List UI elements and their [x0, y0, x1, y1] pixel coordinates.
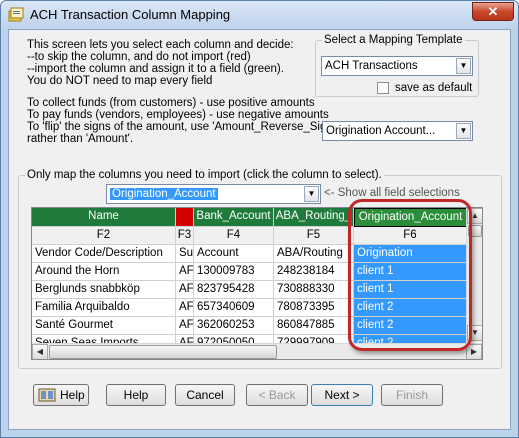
table-cell-selected[interactable]: client 1: [354, 281, 467, 299]
table-cell-selected[interactable]: client 1: [354, 263, 467, 281]
table-cell[interactable]: Familia Arquibaldo: [32, 299, 176, 317]
back-button-label: < Back: [258, 388, 296, 402]
column-field-select-value: Origination_Account: [110, 188, 218, 200]
save-default-label: save as default: [395, 82, 473, 94]
close-button[interactable]: ✕: [472, 2, 514, 21]
help-icon-button-label: Help: [60, 388, 85, 402]
table-cell[interactable]: Su: [176, 245, 194, 263]
show-all-fields-link[interactable]: <- Show all field selections: [324, 187, 460, 199]
table-cell[interactable]: 823795428: [194, 281, 274, 299]
col-header-bank-account[interactable]: Bank_Account: [194, 208, 274, 227]
vertical-scrollbar[interactable]: ▲ ▼: [466, 208, 482, 342]
mapping-legend: Only map the columns you need to import …: [27, 169, 382, 181]
help-icon-button[interactable]: Help: [33, 384, 89, 406]
amount-line-4: rather than 'Amount'.: [27, 133, 134, 145]
chevron-down-icon[interactable]: ▼: [304, 186, 319, 202]
scroll-left-icon[interactable]: ◀: [32, 344, 48, 359]
table-cell[interactable]: Berglunds snabbköp: [32, 281, 176, 299]
table-cell-selected[interactable]: client 2: [354, 299, 467, 317]
intro-line-3: --import the column and assign it to a f…: [27, 63, 284, 75]
table-cell[interactable]: Account: [194, 245, 274, 263]
scroll-down-icon[interactable]: ▼: [467, 325, 482, 341]
table-cell[interactable]: 730888330: [274, 281, 354, 299]
table-cell[interactable]: 248238184: [274, 263, 354, 281]
save-default-checkbox[interactable]: [377, 82, 389, 94]
amount-line-3: To 'flip' the signs of the amount, use '…: [27, 121, 339, 133]
template-legend: Select a Mapping Template: [324, 34, 463, 46]
scroll-right-icon[interactable]: ▶: [466, 344, 482, 359]
field-select-value: Origination Account...: [326, 125, 436, 137]
title-bar[interactable]: ACH Transaction Column Mapping ✕: [1, 1, 518, 29]
back-button[interactable]: < Back: [246, 384, 308, 406]
chevron-down-icon[interactable]: ▼: [456, 123, 471, 139]
table-cell[interactable]: Vendor Code/Description: [32, 245, 176, 263]
table-cell[interactable]: 657340609: [194, 299, 274, 317]
field-number-f2[interactable]: F2: [32, 227, 176, 245]
field-number-f4[interactable]: F4: [194, 227, 274, 245]
table-cell[interactable]: 780873395: [274, 299, 354, 317]
template-select[interactable]: ACH Transactions ▼: [321, 56, 473, 76]
help-book-icon: [38, 388, 56, 402]
table-cell[interactable]: AF: [176, 299, 194, 317]
scroll-up-icon[interactable]: ▲: [467, 208, 482, 224]
vertical-scroll-thumb[interactable]: [468, 225, 482, 237]
horizontal-scroll-thumb[interactable]: [49, 345, 277, 359]
col-header-name[interactable]: Name: [32, 208, 176, 227]
table-cell[interactable]: Around the Horn: [32, 263, 176, 281]
table-cell[interactable]: AF: [176, 317, 194, 335]
finish-button-label: Finish: [395, 388, 428, 402]
table-cell[interactable]: Santé Gourmet: [32, 317, 176, 335]
table-cell-selected[interactable]: client 2: [354, 317, 467, 335]
finish-button[interactable]: Finish: [381, 384, 443, 406]
dialog-window: ACH Transaction Column Mapping ✕ This sc…: [0, 0, 519, 438]
table-cell[interactable]: AF: [176, 263, 194, 281]
amount-line-1: To collect funds (from customers) - use …: [27, 97, 315, 109]
horizontal-scrollbar[interactable]: ◀ ▶: [32, 343, 482, 359]
intro-line-1: This screen lets you select each column …: [27, 39, 294, 51]
template-select-value: ACH Transactions: [325, 60, 418, 72]
next-button[interactable]: Next >: [311, 384, 373, 406]
table-cell[interactable]: 860847885: [274, 317, 354, 335]
table-cell-selected[interactable]: Origination: [354, 245, 467, 263]
next-button-label: Next >: [324, 388, 360, 402]
help-button-label: Help: [123, 388, 149, 402]
col-header-aba-routing[interactable]: ABA_Routing_: [274, 208, 354, 227]
window-title: ACH Transaction Column Mapping: [30, 7, 231, 22]
field-select[interactable]: Origination Account... ▼: [322, 121, 473, 141]
intro-line-4: You do NOT need to map every field: [27, 75, 213, 87]
close-icon: ✕: [487, 4, 499, 19]
data-grid[interactable]: Name Bank_Account ABA_Routing_ Originati…: [31, 207, 483, 360]
cancel-button[interactable]: Cancel: [175, 384, 235, 406]
field-number-f6[interactable]: F6: [354, 227, 467, 245]
table-cell[interactable]: 130009783: [194, 263, 274, 281]
col-header-origination-account[interactable]: Origination_Account: [354, 208, 467, 227]
column-field-select[interactable]: Origination_Account ▼: [106, 184, 321, 204]
field-number-f3[interactable]: F3: [176, 227, 194, 245]
table-cell[interactable]: 362060253: [194, 317, 274, 335]
amount-line-2: To pay funds (vendors, employees) - use …: [27, 109, 329, 121]
chevron-down-icon[interactable]: ▼: [456, 58, 471, 74]
table-cell[interactable]: AF: [176, 281, 194, 299]
field-number-f5[interactable]: F5: [274, 227, 354, 245]
app-icon: [8, 7, 24, 22]
table-cell[interactable]: ABA/Routing: [274, 245, 354, 263]
help-button[interactable]: Help: [106, 384, 166, 406]
intro-line-2: --to skip the column, and do not import …: [27, 51, 251, 63]
col-header-f3[interactable]: [176, 208, 194, 227]
cancel-button-label: Cancel: [186, 388, 224, 402]
